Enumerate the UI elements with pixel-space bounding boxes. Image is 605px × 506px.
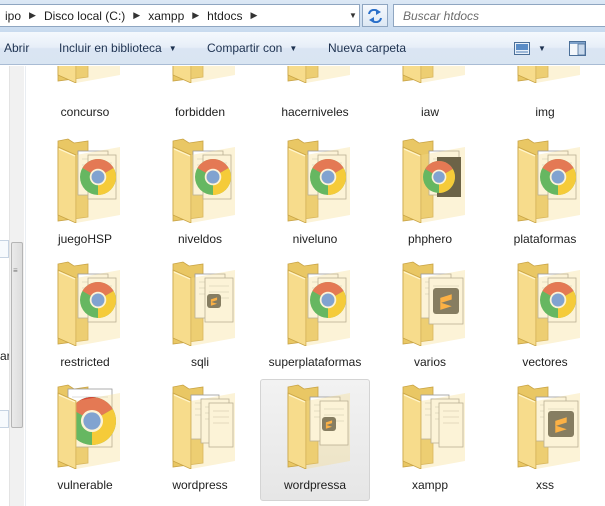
folder-icon[interactable] bbox=[54, 383, 122, 470]
folder-icon[interactable] bbox=[284, 66, 352, 84]
folder-icon[interactable] bbox=[399, 137, 467, 224]
folder-icon[interactable] bbox=[514, 137, 582, 224]
folder-name[interactable]: concurso bbox=[31, 105, 139, 119]
navigation-pane[interactable]: ar ≡ bbox=[0, 66, 25, 506]
chevron-right-icon[interactable]: ▶ bbox=[189, 10, 202, 21]
search-input[interactable] bbox=[394, 5, 605, 26]
folder-item[interactable]: plataformas bbox=[490, 133, 600, 255]
refresh-button[interactable] bbox=[362, 4, 388, 27]
folder-name[interactable]: xampp bbox=[376, 478, 484, 492]
scroll-grip-icon: ≡ bbox=[13, 266, 18, 275]
nav-pane-item[interactable] bbox=[0, 410, 9, 428]
new-folder-button[interactable]: Nueva carpeta bbox=[328, 32, 406, 64]
folder-item[interactable]: vectores bbox=[490, 256, 600, 378]
breadcrumb-label[interactable]: Disco local (C:) bbox=[39, 9, 130, 23]
new-folder-label: Nueva carpeta bbox=[328, 41, 407, 55]
breadcrumb-label[interactable]: ipo bbox=[0, 9, 26, 23]
breadcrumb-item-xampp[interactable]: xampp ▶ bbox=[143, 5, 202, 26]
file-list: concurso forbidden hacerniveles iaw img … bbox=[30, 66, 605, 506]
command-bar: Abrir Incluir en biblioteca ▼ Compartir … bbox=[0, 32, 605, 65]
folder-icon[interactable] bbox=[169, 137, 237, 224]
folder-name[interactable]: vulnerable bbox=[31, 478, 139, 492]
folder-item[interactable]: wordpressa bbox=[260, 379, 370, 501]
preview-pane-icon bbox=[568, 40, 586, 56]
search-box[interactable] bbox=[393, 4, 605, 27]
folder-icon[interactable] bbox=[399, 260, 467, 347]
folder-name[interactable]: phphero bbox=[376, 232, 484, 246]
open-label: Abrir bbox=[4, 41, 30, 55]
include-in-library-label: Incluir en biblioteca bbox=[59, 41, 162, 55]
breadcrumb-item-htdocs[interactable]: htdocs ▶ bbox=[202, 5, 260, 26]
folder-item[interactable]: varios bbox=[375, 256, 485, 378]
breadcrumb-item-disco-local[interactable]: Disco local (C:) ▶ bbox=[39, 5, 143, 26]
folder-item[interactable]: superplataformas bbox=[260, 256, 370, 378]
breadcrumb-label[interactable]: xampp bbox=[143, 9, 189, 23]
folder-name[interactable]: wordpress bbox=[146, 478, 254, 492]
chevron-right-icon[interactable]: ▶ bbox=[130, 10, 143, 21]
include-in-library-button[interactable]: Incluir en biblioteca ▼ bbox=[59, 32, 177, 64]
folder-item[interactable]: juegoHSP bbox=[30, 133, 140, 255]
folder-item[interactable]: wordpress bbox=[145, 379, 255, 501]
folder-icon[interactable] bbox=[169, 383, 237, 470]
folder-name[interactable]: restricted bbox=[31, 355, 139, 369]
folder-icon[interactable] bbox=[169, 66, 237, 84]
breadcrumb-item-equipo[interactable]: ipo ▶ bbox=[0, 5, 39, 26]
folder-name[interactable]: xss bbox=[491, 478, 599, 492]
chevron-down-icon: ▼ bbox=[349, 11, 357, 20]
folder-item[interactable]: sqli bbox=[145, 256, 255, 378]
folder-icon[interactable] bbox=[284, 383, 352, 470]
folder-icon[interactable] bbox=[399, 383, 467, 470]
refresh-icon bbox=[368, 8, 382, 23]
folder-item[interactable]: niveluno bbox=[260, 133, 370, 255]
folder-name[interactable]: juegoHSP bbox=[31, 232, 139, 246]
folder-icon[interactable] bbox=[284, 137, 352, 224]
nav-pane-item[interactable] bbox=[0, 240, 9, 258]
address-history-dropdown[interactable]: ▼ bbox=[347, 5, 359, 26]
folder-name[interactable]: wordpressa bbox=[261, 478, 369, 492]
folder-item[interactable]: xss bbox=[490, 379, 600, 501]
folder-icon[interactable] bbox=[514, 383, 582, 470]
chevron-down-icon: ▼ bbox=[168, 43, 177, 53]
address-bar-row: ipo ▶ Disco local (C:) ▶ xampp ▶ htdocs … bbox=[0, 0, 605, 32]
folder-name[interactable]: hacerniveles bbox=[261, 105, 369, 119]
folder-name[interactable]: img bbox=[491, 105, 599, 119]
folder-item[interactable]: phphero bbox=[375, 133, 485, 255]
breadcrumb[interactable]: ipo ▶ Disco local (C:) ▶ xampp ▶ htdocs … bbox=[0, 4, 360, 27]
folder-item[interactable]: vulnerable bbox=[30, 379, 140, 501]
folder-icon[interactable] bbox=[54, 137, 122, 224]
folder-icon[interactable] bbox=[514, 260, 582, 347]
folder-name[interactable]: niveldos bbox=[146, 232, 254, 246]
folder-item[interactable]: niveldos bbox=[145, 133, 255, 255]
preview-pane-button[interactable] bbox=[568, 40, 586, 56]
view-options-icon bbox=[514, 42, 530, 55]
share-with-label: Compartir con bbox=[207, 41, 283, 55]
breadcrumb-label[interactable]: htdocs bbox=[202, 9, 247, 23]
change-view-button[interactable]: ▼ bbox=[514, 40, 552, 57]
chevron-right-icon[interactable]: ▶ bbox=[26, 10, 39, 21]
folder-icon[interactable] bbox=[284, 260, 352, 347]
folder-name[interactable]: niveluno bbox=[261, 232, 369, 246]
folder-icon[interactable] bbox=[169, 260, 237, 347]
folder-name[interactable]: vectores bbox=[491, 355, 599, 369]
chevron-down-icon: ▼ bbox=[289, 43, 298, 53]
folder-item[interactable]: restricted bbox=[30, 256, 140, 378]
folder-name[interactable]: forbidden bbox=[146, 105, 254, 119]
folder-name[interactable]: plataformas bbox=[491, 232, 599, 246]
folder-name[interactable]: superplataformas bbox=[261, 355, 369, 369]
folder-name[interactable]: sqli bbox=[146, 355, 254, 369]
folder-item[interactable]: xampp bbox=[375, 379, 485, 501]
chevron-down-icon: ▼ bbox=[538, 44, 546, 53]
chevron-right-icon[interactable]: ▶ bbox=[248, 10, 261, 21]
folder-icon[interactable] bbox=[54, 66, 122, 84]
folder-name[interactable]: varios bbox=[376, 355, 484, 369]
folder-name[interactable]: iaw bbox=[376, 105, 484, 119]
folder-icon[interactable] bbox=[399, 66, 467, 84]
folder-icon[interactable] bbox=[514, 66, 582, 84]
share-with-button[interactable]: Compartir con ▼ bbox=[207, 32, 297, 64]
folder-icon[interactable] bbox=[54, 260, 122, 347]
open-button[interactable]: Abrir bbox=[4, 32, 29, 64]
nav-pane-scrollbar[interactable]: ≡ bbox=[9, 66, 24, 506]
